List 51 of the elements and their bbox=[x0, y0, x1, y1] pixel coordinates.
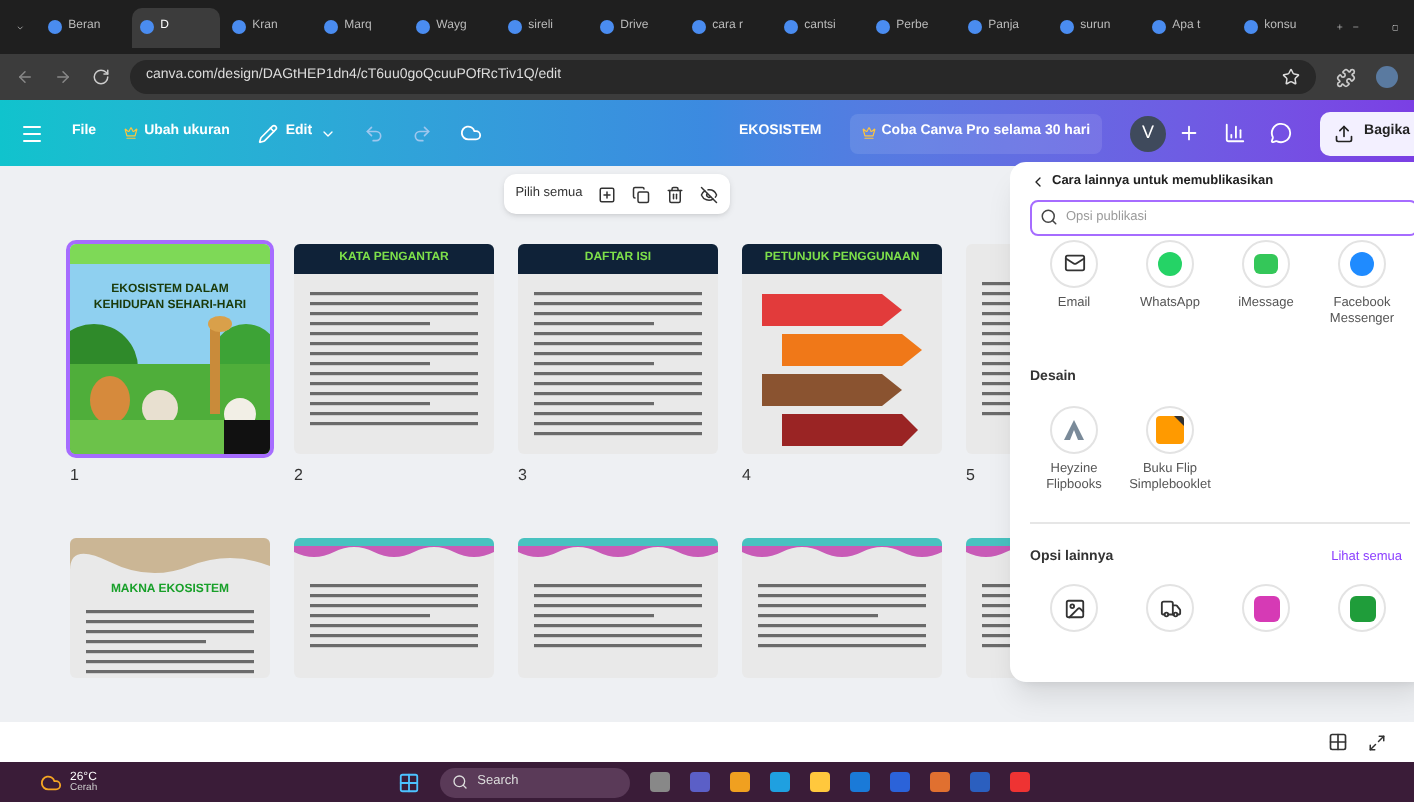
page-number: 3 bbox=[518, 464, 527, 488]
page-number: 2 bbox=[294, 464, 303, 488]
page-number: 5 bbox=[966, 464, 975, 488]
back-icon[interactable] bbox=[16, 68, 34, 86]
profile-avatar-icon[interactable] bbox=[1376, 66, 1398, 88]
back-icon bbox=[1030, 173, 1046, 190]
trash-icon[interactable] bbox=[666, 185, 685, 203]
app-icon bbox=[1349, 595, 1375, 622]
page-number: 4 bbox=[742, 464, 751, 488]
reload-icon[interactable] bbox=[92, 68, 110, 86]
fullscreen-icon[interactable] bbox=[1368, 733, 1386, 751]
extensions-icon[interactable] bbox=[1336, 67, 1356, 87]
image-icon bbox=[1063, 597, 1085, 620]
chart-icon[interactable] bbox=[1224, 122, 1247, 144]
duplicate-icon[interactable] bbox=[632, 185, 651, 203]
letter-a-icon bbox=[1062, 417, 1086, 441]
publish-option-button[interactable] bbox=[1050, 584, 1098, 633]
user-avatar[interactable]: V bbox=[1130, 115, 1167, 151]
app-icon[interactable] bbox=[809, 772, 830, 792]
add-page-icon[interactable] bbox=[598, 185, 617, 203]
publish-option-button[interactable] bbox=[1050, 239, 1098, 288]
comment-icon[interactable] bbox=[1270, 122, 1293, 144]
upload-icon bbox=[1334, 123, 1355, 143]
book-icon bbox=[1156, 415, 1184, 443]
maximize-icon[interactable] bbox=[1391, 19, 1398, 35]
crown-icon bbox=[861, 126, 876, 140]
page-thumbnail[interactable] bbox=[742, 538, 942, 678]
hide-icon[interactable] bbox=[700, 185, 719, 203]
app-icon[interactable] bbox=[729, 772, 750, 792]
page-thumbnail[interactable] bbox=[294, 538, 494, 678]
start-icon[interactable] bbox=[397, 771, 420, 793]
cloud-icon[interactable] bbox=[460, 122, 483, 144]
pencil-icon bbox=[257, 123, 278, 143]
publish-option-button[interactable] bbox=[1146, 584, 1194, 633]
weather-icon[interactable] bbox=[40, 771, 62, 793]
app-icon[interactable] bbox=[769, 772, 790, 792]
crown-icon bbox=[124, 126, 139, 140]
page-thumbnail[interactable] bbox=[518, 538, 718, 678]
grid-view-icon[interactable] bbox=[1328, 732, 1348, 752]
truck-icon bbox=[1159, 597, 1181, 620]
add-icon[interactable] bbox=[1178, 122, 1201, 144]
mail-icon bbox=[1063, 252, 1085, 275]
search-icon bbox=[1040, 208, 1058, 227]
page-number: 1 bbox=[70, 464, 79, 488]
app-icon[interactable] bbox=[649, 772, 670, 792]
app-icon bbox=[1253, 595, 1279, 622]
menu-icon[interactable] bbox=[20, 121, 44, 145]
app-icon[interactable] bbox=[929, 772, 950, 792]
search-icon bbox=[451, 774, 468, 790]
forward-icon[interactable] bbox=[54, 68, 72, 86]
bookmark-star-icon[interactable] bbox=[1282, 68, 1300, 86]
